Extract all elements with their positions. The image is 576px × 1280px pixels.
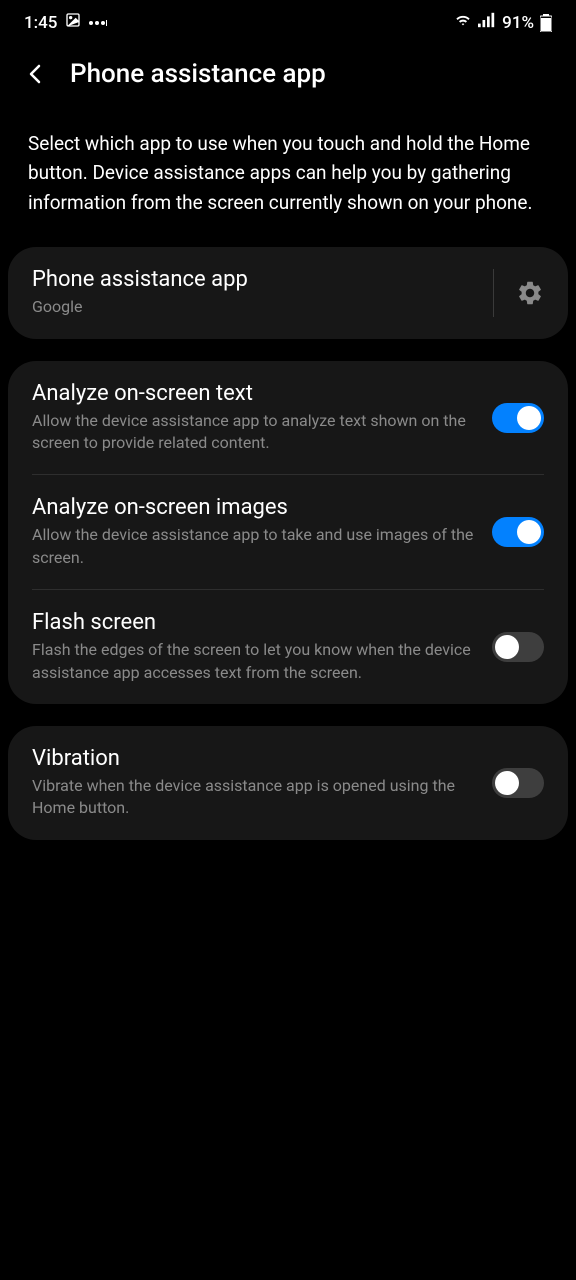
status-left: 1:45 bbox=[24, 12, 107, 33]
status-right: 91% bbox=[454, 12, 552, 33]
dots-icon bbox=[89, 18, 107, 28]
analyze-text-toggle[interactable] bbox=[492, 403, 544, 433]
analyze-images-title: Analyze on-screen images bbox=[32, 495, 476, 520]
page-title: Phone assistance app bbox=[70, 59, 326, 89]
app-selection-selected: Google bbox=[32, 296, 477, 318]
app-settings-button[interactable] bbox=[493, 269, 544, 317]
back-icon[interactable] bbox=[24, 62, 48, 86]
vibration-description: Vibrate when the device assistance app i… bbox=[32, 775, 476, 820]
vibration-card: Vibration Vibrate when the device assist… bbox=[8, 726, 568, 840]
flash-screen-toggle[interactable] bbox=[492, 632, 544, 662]
analyze-images-description: Allow the device assistance app to take … bbox=[32, 524, 476, 569]
signal-icon bbox=[478, 12, 496, 33]
gear-icon bbox=[516, 279, 544, 307]
settings-card: Analyze on-screen text Allow the device … bbox=[8, 361, 568, 704]
status-time: 1:45 bbox=[24, 13, 57, 33]
analyze-text-title: Analyze on-screen text bbox=[32, 381, 476, 406]
status-bar: 1:45 bbox=[0, 0, 576, 41]
battery-percent: 91% bbox=[502, 13, 534, 33]
vibration-item[interactable]: Vibration Vibrate when the device assist… bbox=[8, 726, 568, 840]
flash-screen-title: Flash screen bbox=[32, 610, 476, 635]
analyze-images-item[interactable]: Analyze on-screen images Allow the devic… bbox=[8, 475, 568, 589]
app-selection-item[interactable]: Phone assistance app Google bbox=[8, 247, 568, 338]
picture-icon bbox=[65, 12, 81, 33]
wifi-icon bbox=[454, 12, 472, 33]
vibration-title: Vibration bbox=[32, 746, 476, 771]
header: Phone assistance app bbox=[0, 41, 576, 111]
battery-icon bbox=[540, 14, 552, 32]
flash-screen-item[interactable]: Flash screen Flash the edges of the scre… bbox=[8, 590, 568, 704]
app-selection-title: Phone assistance app bbox=[32, 267, 477, 292]
vibration-toggle[interactable] bbox=[492, 768, 544, 798]
analyze-text-item[interactable]: Analyze on-screen text Allow the device … bbox=[8, 361, 568, 475]
analyze-text-description: Allow the device assistance app to analy… bbox=[32, 410, 476, 455]
flash-screen-description: Flash the edges of the screen to let you… bbox=[32, 639, 476, 684]
page-description: Select which app to use when you touch a… bbox=[0, 111, 576, 247]
analyze-images-toggle[interactable] bbox=[492, 517, 544, 547]
app-selection-card: Phone assistance app Google bbox=[8, 247, 568, 338]
